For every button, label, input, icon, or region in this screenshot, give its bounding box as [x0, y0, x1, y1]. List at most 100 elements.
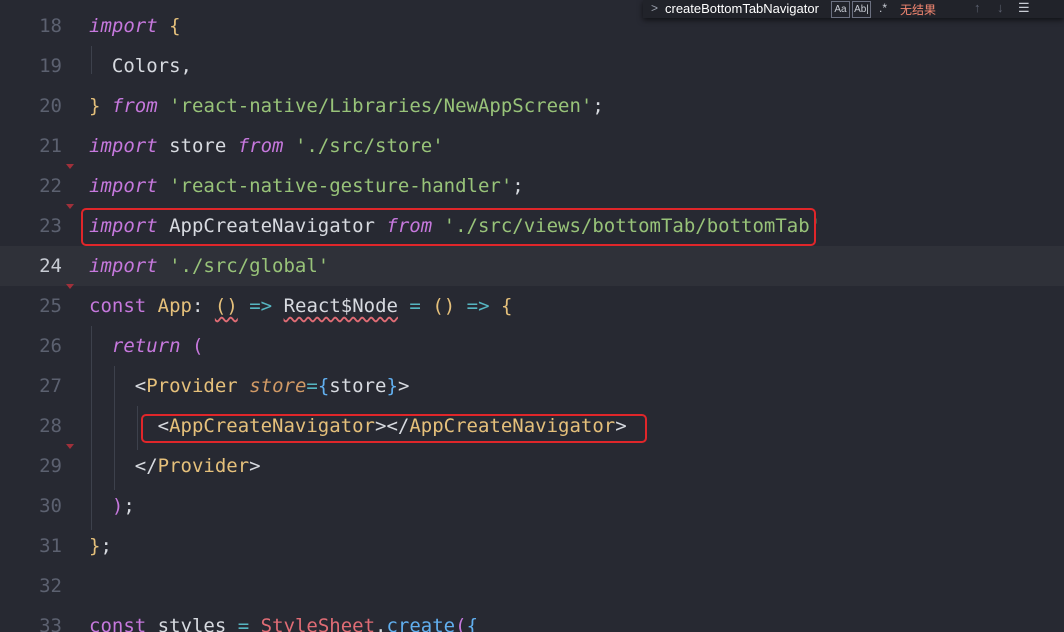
code-line[interactable]: 25 const App: () => React$Node = () => { [0, 286, 1064, 326]
code-line[interactable]: 30 ); [0, 486, 1064, 526]
code-line[interactable]: 31}; [0, 526, 1064, 566]
gutter-marker [66, 284, 74, 289]
whole-word-toggle[interactable]: Ab| [852, 1, 871, 18]
code-line[interactable]: 21 import store from './src/store' [0, 126, 1064, 166]
code-token: create [386, 615, 456, 632]
arrow-up-icon[interactable]: ↑ [974, 0, 981, 15]
highlight-box-import [81, 208, 816, 246]
code-text: }; [89, 526, 112, 566]
code-token: </ [134, 455, 158, 477]
code-token: store [157, 135, 238, 157]
chevron-right-icon[interactable]: > [651, 1, 658, 15]
code-token: () [432, 295, 456, 317]
code-token: } [386, 375, 398, 397]
line-number: 28 [39, 415, 62, 437]
code-text: return ( [89, 326, 204, 366]
code-text: const styles = StyleSheet.create({ [89, 606, 478, 632]
code-token: () [214, 295, 238, 317]
code-token: { [501, 295, 513, 317]
line-number: 30 [39, 495, 62, 517]
line-number: 19 [39, 55, 62, 77]
code-token: ) [111, 495, 124, 517]
code-token: StyleSheet [260, 615, 376, 632]
code-token: import [89, 255, 158, 277]
code-line[interactable]: 22 import 'react-native-gesture-handler'; [0, 166, 1064, 206]
code-line[interactable]: 20} from 'react-native/Libraries/NewAppS… [0, 86, 1064, 126]
code-token: styles [146, 615, 238, 632]
line-number: 25 [39, 295, 62, 317]
line-number: 32 [39, 575, 62, 597]
code-text: } from 'react-native/Libraries/NewAppScr… [89, 86, 604, 126]
code-line[interactable]: 24 import './src/global' [0, 246, 1064, 286]
code-token: Provider [146, 375, 238, 397]
gutter-marker [66, 204, 74, 209]
code-line[interactable]: 19 Colors, [0, 46, 1064, 86]
code-token: import [89, 175, 158, 197]
code-token: 'react-native-gesture-handler' [169, 175, 513, 197]
code-token: ; [512, 175, 524, 197]
code-token: ( [191, 335, 204, 357]
code-token: { [169, 15, 181, 37]
line-number: 33 [39, 615, 62, 632]
code-token: } [89, 95, 101, 117]
code-token: > [397, 375, 410, 397]
code-token: => [466, 295, 490, 317]
code-token: from [111, 95, 158, 117]
code-editor[interactable]: 18 import {19 Colors, 20} from 'react-nati… [0, 0, 1064, 632]
code-token: . [375, 615, 387, 632]
code-token: 'react-native/Libraries/NewAppScreen' [169, 95, 593, 117]
regex-toggle[interactable]: .* [875, 1, 891, 16]
code-token: from [237, 135, 284, 157]
code-line[interactable]: 26 return ( [0, 326, 1064, 366]
code-text: </Provider> [89, 446, 261, 486]
code-token: { [466, 615, 479, 632]
code-token: App [157, 295, 192, 317]
code-token: Colors, [89, 55, 192, 77]
code-line[interactable]: 33 const styles = StyleSheet.create({ [0, 606, 1064, 632]
code-token: Provider [157, 455, 250, 477]
code-text: <Provider store={store}> [89, 366, 410, 406]
line-number: 29 [39, 455, 62, 477]
line-number: 22 [39, 175, 62, 197]
code-text: Colors, [89, 46, 192, 86]
gutter-marker [66, 164, 74, 169]
line-number: 23 [39, 215, 62, 237]
code-token: const [89, 615, 147, 632]
line-number: 18 [39, 15, 62, 37]
code-line[interactable]: 32 [0, 566, 1064, 606]
menu-lines-icon[interactable]: ☰ [1018, 0, 1030, 16]
code-token: const [89, 295, 147, 317]
code-text: const App: () => React$Node = () => { [89, 286, 512, 326]
code-token: ( [455, 615, 467, 632]
code-token: } [89, 535, 101, 557]
code-token: = [409, 295, 421, 317]
code-line[interactable]: 29 </Provider> [0, 446, 1064, 486]
code-token: ; [100, 535, 112, 557]
find-result-status: 无结果 [900, 3, 937, 17]
code-token: : [191, 295, 215, 317]
line-number: 26 [39, 335, 62, 357]
arrow-down-icon[interactable]: ↓ [997, 0, 1004, 15]
code-token: => [249, 295, 273, 317]
line-number: 20 [39, 95, 62, 117]
code-token: import [89, 135, 158, 157]
code-token: './src/global' [169, 255, 330, 277]
code-text: ); [89, 486, 135, 526]
code-line[interactable]: 27 <Provider store={store}> [0, 366, 1064, 406]
match-case-toggle[interactable]: Aa [831, 1, 850, 18]
code-token: ; [592, 95, 604, 117]
code-token: ; [123, 495, 135, 517]
code-token: = [306, 375, 318, 397]
